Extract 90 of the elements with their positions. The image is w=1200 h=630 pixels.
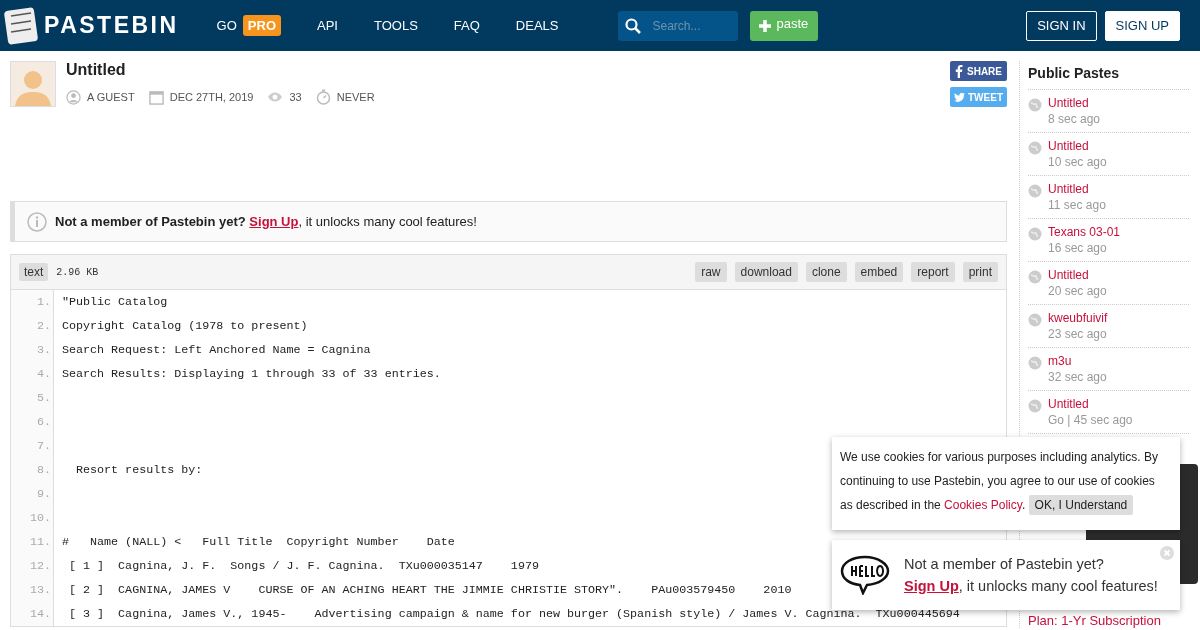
paste-time: Go | 45 sec ago (1048, 413, 1133, 427)
line-number: 4. (11, 362, 54, 386)
paste-time: 8 sec ago (1048, 112, 1101, 126)
paste-link[interactable]: Untitled (1048, 139, 1107, 153)
paste-action-button[interactable]: download (734, 262, 798, 282)
info-icon (27, 211, 47, 232)
sign-in-button[interactable]: SIGN IN (1026, 10, 1097, 41)
paste-action-button[interactable]: clone (805, 262, 847, 282)
avatar-silhouette (10, 61, 56, 107)
paste-action-button[interactable]: raw (695, 262, 727, 282)
paste-action-button[interactable]: embed (854, 262, 904, 282)
paste-link[interactable]: Untitled (1048, 268, 1107, 282)
nav-link[interactable]: FAQ (453, 18, 480, 33)
code-line: # Name (NALL) < Full Title Copyright Number Date (61, 535, 455, 549)
code-line: "Public Catalog (61, 295, 168, 309)
date-text: DEC 27TH, 2019 (169, 91, 254, 103)
globe-icon (1028, 141, 1042, 155)
views-count: 33 (289, 91, 302, 103)
paste-title: Untitled (66, 61, 127, 79)
eye-icon (267, 91, 284, 103)
popup-text: Sign Up, it unlocks many cool features! (904, 578, 1158, 594)
line-number: 14. (11, 602, 54, 626)
paste-action-button[interactable]: report (911, 262, 955, 282)
code-line: Search Results: Displaying 1 through 33 of 33 entries. (61, 367, 441, 381)
notice-text: Not a member of Pastebin yet? Sign Up, it unlocks many cool features! (55, 214, 477, 229)
paste-time: 11 sec ago (1048, 198, 1106, 212)
line-number: 11. (11, 530, 54, 554)
stopwatch-icon (315, 89, 331, 105)
code-line: Search Request: Left Anchored Name = Cagnina (61, 343, 371, 357)
ok-button[interactable]: OK, I Understand (1028, 495, 1134, 515)
sidebar-title: Public Pastes (1028, 61, 1189, 90)
nav-link[interactable]: API (317, 18, 338, 33)
paste-link[interactable]: Untitled (1048, 182, 1106, 196)
paste-time: 23 sec ago (1048, 327, 1108, 341)
code-line: Copyright Catalog (1978 to present) (61, 319, 308, 333)
cookies-policy-link[interactable]: Cookies Policy (944, 498, 1022, 512)
user-icon (66, 89, 81, 105)
sign-up-button[interactable]: SIGN UP (1104, 10, 1180, 41)
globe-icon (1028, 356, 1042, 370)
paste-time: 20 sec ago (1048, 284, 1107, 298)
globe-icon (1028, 184, 1042, 198)
cookie-text: We use cookies for various purposes including analytics. By continuing to use Pastebin, you agree to our use of cookies as described in the Cookies Policy. OK, I Understand (840, 445, 1162, 517)
code-line: [ 3 ] Cagnina, James V., 1945- Advertising campaign & name for new burger (Spanish style) / James V. Cagnina. TXu000445694 (68, 607, 960, 621)
popup-heading: Not a member of Pastebin yet? (904, 556, 1105, 572)
globe-icon (1028, 227, 1042, 241)
facebook-share-button[interactable]: SHARE (950, 61, 1007, 81)
plus-icon (758, 18, 773, 33)
globe-icon (1028, 98, 1042, 112)
code-line: [ 2 ] CAGNINA, JAMES V CURSE OF AN ACHING HEART THE JIMMIE CHRISTIE STORY". PAu003579450 2010 (68, 583, 792, 597)
line-number: 9. (11, 482, 54, 506)
paste-time: 16 sec ago (1048, 241, 1108, 255)
facebook-icon (954, 64, 964, 78)
author-text: A GUEST (87, 91, 135, 103)
plan-link[interactable]: Plan: 1-Yr Subscription (1028, 613, 1189, 628)
line-number: 5. (11, 386, 54, 410)
syntax-tag: text (19, 263, 49, 281)
paste-action-button[interactable]: print (962, 262, 998, 282)
line-number: 1. (11, 290, 54, 314)
nav-link[interactable]: TOOLS (373, 18, 418, 33)
hello-speech-bubble-icon (840, 555, 890, 595)
code-line: [ 1 ] Cagnina, J. F. Songs / J. F. Cagnina. TXu000035147 1979 (68, 559, 539, 573)
paste-link[interactable]: Texans 03-01 (1048, 225, 1121, 239)
code-line: Resort results by: (75, 463, 203, 477)
line-number: 10. (11, 506, 54, 530)
line-number: 13. (11, 578, 54, 602)
paste-link[interactable]: Untitled (1048, 397, 1133, 411)
line-number: 7. (11, 434, 54, 458)
line-number: 12. (11, 554, 54, 578)
paste-link[interactable]: kweubfuivif (1048, 311, 1108, 325)
size-text: 2.96 KB (56, 266, 99, 278)
line-number: 3. (11, 338, 54, 362)
bird-icon (954, 91, 965, 103)
line-number: 6. (11, 410, 54, 434)
search-field[interactable]: Search... (618, 10, 739, 41)
paste-link[interactable]: m3u (1048, 354, 1107, 368)
calendar-icon (148, 89, 164, 105)
logo-text[interactable]: PASTEBIN (44, 12, 179, 39)
globe-icon (1028, 270, 1042, 284)
expiry-text: NEVER (336, 91, 375, 103)
globe-icon (1028, 313, 1042, 327)
logo-icon[interactable] (4, 5, 38, 46)
paste-link[interactable]: Untitled (1048, 96, 1101, 110)
line-number: 2. (11, 314, 54, 338)
paste-time: 10 sec ago (1048, 155, 1107, 169)
sign-up-link[interactable]: Sign Up (904, 578, 959, 594)
nav-link[interactable]: DEALS (515, 18, 559, 33)
search-icon (625, 17, 642, 34)
line-number: 8. (11, 458, 54, 482)
paste-time: 32 sec ago (1048, 370, 1107, 384)
globe-icon (1028, 399, 1042, 413)
